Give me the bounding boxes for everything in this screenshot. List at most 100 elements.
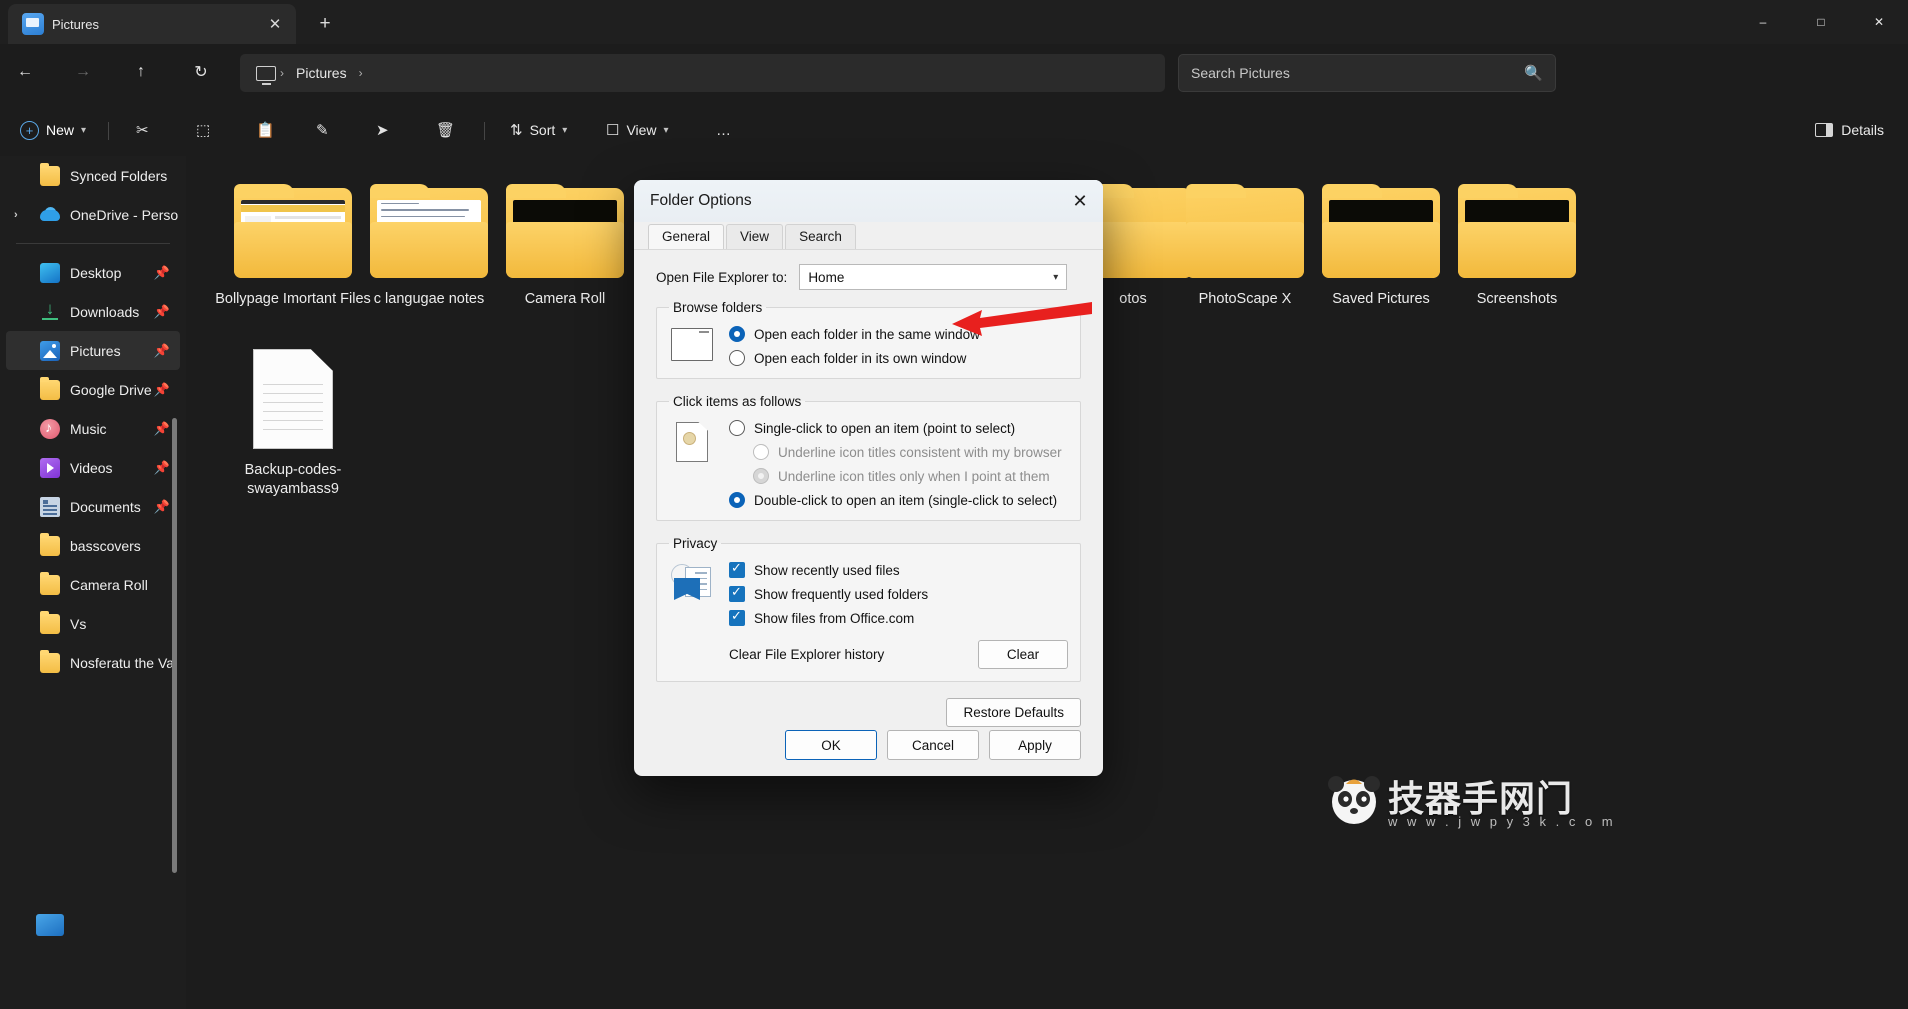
dialog-tab-search[interactable]: Search [785,224,856,249]
apply-button[interactable]: Apply [989,730,1081,760]
sidebar-item-pictures[interactable]: Pictures 📌 [6,331,180,370]
view-button[interactable]: ☐ View ▾ [596,114,679,146]
privacy-checkbox-1[interactable]: Show frequently used folders [729,584,1068,602]
refresh-button[interactable]: ↻ [184,56,218,88]
paste-button[interactable]: 📋 [246,114,285,146]
pin-icon[interactable]: 📌 [154,460,170,476]
checkbox[interactable] [729,560,745,578]
file-explorer-window: Pictures ✕ + – □ ✕ ← → ↑ ↻ › Pictures › … [0,0,1908,1009]
click-items-group: Click items as follows Single-click to o… [656,394,1081,521]
tab-close-icon[interactable]: ✕ [262,11,288,37]
pin-icon[interactable]: 📌 [154,265,170,281]
dialog-tab-general[interactable]: General [648,224,725,249]
click-items-options[interactable]: Single-click to open an item (point to s… [729,420,1068,508]
pin-icon[interactable]: 📌 [154,343,170,359]
sidebar-item-music[interactable]: Music 📌 [6,409,180,448]
search-input[interactable]: Search Pictures [1191,65,1524,81]
radio-button[interactable] [729,420,745,436]
chevron-right-icon[interactable]: › [14,209,18,221]
breadcrumb-item-pictures[interactable]: Pictures [288,61,355,85]
ok-button[interactable]: OK [785,730,877,760]
cancel-button[interactable]: Cancel [887,730,979,760]
breadcrumb-bar[interactable]: › Pictures › [240,54,1165,92]
dialog-tabs[interactable]: General View Search [634,222,1103,250]
radio-button[interactable] [729,350,745,366]
chevron-down-icon: ▾ [81,124,87,136]
radio-button[interactable] [729,326,745,342]
pin-icon[interactable]: 📌 [154,382,170,398]
window-icon [669,326,715,366]
pin-icon[interactable]: 📌 [154,499,170,515]
sidebar-item-documents[interactable]: Documents 📌 [6,487,180,526]
click-items-option-0[interactable]: Single-click to open an item (point to s… [729,420,1068,436]
maximize-button[interactable]: □ [1792,0,1850,44]
sidebar-item-vs[interactable]: Vs [6,604,180,643]
folder-options-dialog[interactable]: Folder Options ✕ General View Search Open … [634,180,1103,776]
folder-item[interactable]: PhotoScape X [1166,184,1324,309]
sidebar-item-downloads[interactable]: Downloads 📌 [6,292,180,331]
rename-button[interactable]: ✎ [306,114,339,146]
browse-folders-option-1[interactable]: Open each folder in its own window [729,350,1068,366]
sidebar-item-synced-folders[interactable]: Synced Folders [6,156,180,195]
privacy-checkbox-2[interactable]: Show files from Office.com [729,608,1068,626]
folder-item[interactable]: Camera Roll [486,184,644,309]
open-explorer-dropdown[interactable]: Home ▾ [799,264,1068,290]
explorer-tab[interactable]: Pictures ✕ [8,4,296,44]
sidebar-item-label: Music [70,420,107,437]
privacy-checkboxes[interactable]: Show recently used files Show frequently … [729,560,1068,626]
minimize-button[interactable]: – [1734,0,1792,44]
watermark-subtext: w w w . j w p y 3 k . c o m [1388,814,1616,829]
new-button[interactable]: + New ▾ [8,114,98,146]
navigation-pane[interactable]: Synced Folders›OneDrive - PersoDesktop📌D… [0,156,186,1009]
sidebar-item-desktop[interactable]: Desktop 📌 [6,253,180,292]
videos-icon [40,457,60,478]
clipboard-icon: 📋 [256,122,275,139]
sidebar-item-videos[interactable]: Videos 📌 [6,448,180,487]
sort-button[interactable]: ⇅ Sort ▾ [500,114,577,146]
pin-icon[interactable]: 📌 [154,304,170,320]
option-label: Double-click to open an item (single-cli… [754,492,1058,508]
folder-item[interactable]: Screenshots [1438,184,1596,309]
taskbar-app-icon[interactable] [36,914,64,936]
cut-button[interactable]: ✂ [126,114,159,146]
sidebar-item-nosferatu-the-va[interactable]: Nosferatu the Va [6,643,180,682]
sidebar-item-google-drive[interactable]: Google Drive 📌 [6,370,180,409]
copy-button[interactable]: ⬚ [186,114,220,146]
folder-item[interactable]: Bollypage Imortant Files [214,184,372,309]
delete-button[interactable]: 🗑 [426,114,465,146]
sidebar-item-basscovers[interactable]: basscovers [6,526,180,565]
window-controls: – □ ✕ [1734,0,1908,44]
sidebar-divider [16,243,170,244]
new-tab-button[interactable]: + [310,10,340,38]
sidebar-scrollbar[interactable] [172,418,177,873]
browse-folders-options[interactable]: Open each folder in the same window Open … [729,326,1068,366]
pin-icon[interactable]: 📌 [154,421,170,437]
checkbox[interactable] [729,608,745,626]
documents-icon [40,496,60,517]
privacy-checkbox-0[interactable]: Show recently used files [729,560,1068,578]
back-button[interactable]: ← [8,56,42,88]
up-button[interactable]: ↑ [124,56,158,88]
dialog-tab-view[interactable]: View [726,224,784,249]
details-pane-button[interactable]: Details [1803,114,1896,146]
sidebar-item-onedrive-perso[interactable]: › OneDrive - Perso [6,195,180,234]
checkbox[interactable] [729,584,745,602]
more-options-button[interactable]: … [706,114,741,146]
forward-button[interactable]: → [66,56,100,88]
dialog-close-icon[interactable]: ✕ [1057,180,1103,222]
file-item[interactable]: Backup-codes-swayambass9 [214,349,372,499]
folder-icon [40,376,60,400]
close-button[interactable]: ✕ [1850,0,1908,44]
folder-item[interactable]: c langugae notes [350,184,508,309]
browse-folders-option-0[interactable]: Open each folder in the same window [729,326,1068,342]
sidebar-item-label: Camera Roll [70,576,148,593]
search-box[interactable]: Search Pictures 🔍 [1178,54,1556,92]
folder-item[interactable]: Saved Pictures [1302,184,1460,309]
breadcrumb-separator-2[interactable]: › [359,66,363,80]
share-button[interactable]: ➤ [366,114,399,146]
sidebar-item-camera-roll[interactable]: Camera Roll [6,565,180,604]
click-items-option-3[interactable]: Double-click to open an item (single-cli… [729,492,1068,508]
clear-button[interactable]: Clear [978,640,1068,669]
sort-icon: ⇅ [510,122,523,139]
radio-button[interactable] [729,492,745,508]
